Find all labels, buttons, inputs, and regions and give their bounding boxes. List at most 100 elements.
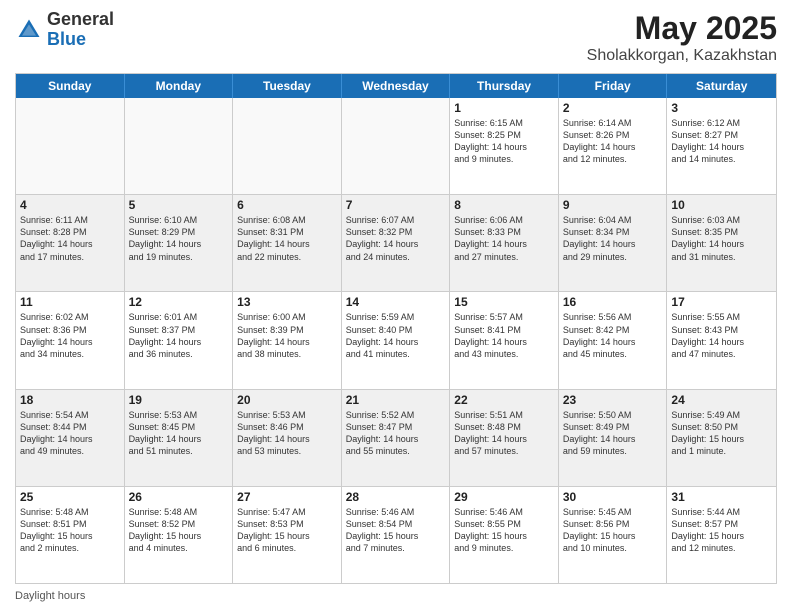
logo-text: General Blue xyxy=(47,10,114,50)
logo-icon xyxy=(15,16,43,44)
day-number: 27 xyxy=(237,490,337,504)
day-number: 22 xyxy=(454,393,554,407)
day-number: 8 xyxy=(454,198,554,212)
cal-cell: 2 Sunrise: 6:14 AM Sunset: 8:26 PM Daylig… xyxy=(559,98,668,194)
cell-info: Sunrise: 6:01 AM Sunset: 8:37 PM Dayligh… xyxy=(129,311,229,360)
cal-cell: 27Sunrise: 5:47 AM Sunset: 8:53 PM Dayli… xyxy=(233,487,342,583)
cell-info: Sunrise: 5:51 AM Sunset: 8:48 PM Dayligh… xyxy=(454,409,554,458)
cal-header-sunday: Sunday xyxy=(16,74,125,98)
day-number: 7 xyxy=(346,198,446,212)
cal-cell: 15Sunrise: 5:57 AM Sunset: 8:41 PM Dayli… xyxy=(450,292,559,388)
cell-info: Sunrise: 6:07 AM Sunset: 8:32 PM Dayligh… xyxy=(346,214,446,263)
cal-week-5: 25 Sunrise: 5:48 AM Sunset: 8:51 PM Dayli… xyxy=(16,487,776,583)
cal-cell: 6Sunrise: 6:08 AM Sunset: 8:31 PM Daylig… xyxy=(233,195,342,291)
cal-cell: 16 Sunrise: 5:56 AM Sunset: 8:42 PM Dayli… xyxy=(559,292,668,388)
day-number: 28 xyxy=(346,490,446,504)
month-year: May 2025 xyxy=(587,10,777,47)
cal-cell: 13 Sunrise: 6:00 AM Sunset: 8:39 PM Dayli… xyxy=(233,292,342,388)
cell-info: Sunrise: 5:59 AM Sunset: 8:40 PM Dayligh… xyxy=(346,311,446,360)
day-number: 16 xyxy=(563,295,663,309)
cal-header-wednesday: Wednesday xyxy=(342,74,451,98)
day-number: 26 xyxy=(129,490,229,504)
day-number: 12 xyxy=(129,295,229,309)
cal-cell xyxy=(342,98,451,194)
cell-info: Sunrise: 6:00 AM Sunset: 8:39 PM Dayligh… xyxy=(237,311,337,360)
day-number: 29 xyxy=(454,490,554,504)
cell-info: Sunrise: 5:50 AM Sunset: 8:49 PM Dayligh… xyxy=(563,409,663,458)
cal-cell: 18 Sunrise: 5:54 AM Sunset: 8:44 PM Dayli… xyxy=(16,390,125,486)
cal-cell: 8 Sunrise: 6:06 AM Sunset: 8:33 PM Daylig… xyxy=(450,195,559,291)
cell-info: Sunrise: 6:03 AM Sunset: 8:35 PM Dayligh… xyxy=(671,214,772,263)
cell-info: Sunrise: 6:06 AM Sunset: 8:33 PM Dayligh… xyxy=(454,214,554,263)
cell-info: Sunrise: 5:54 AM Sunset: 8:44 PM Dayligh… xyxy=(20,409,120,458)
day-number: 23 xyxy=(563,393,663,407)
day-number: 6 xyxy=(237,198,337,212)
cell-info: Sunrise: 6:14 AM Sunset: 8:26 PM Dayligh… xyxy=(563,117,663,166)
cal-week-2: 4 Sunrise: 6:11 AM Sunset: 8:28 PM Daylig… xyxy=(16,195,776,292)
day-number: 21 xyxy=(346,393,446,407)
logo-blue: Blue xyxy=(47,30,114,50)
cal-cell: 9 Sunrise: 6:04 AM Sunset: 8:34 PM Daylig… xyxy=(559,195,668,291)
day-number: 20 xyxy=(237,393,337,407)
cal-cell: 26 Sunrise: 5:48 AM Sunset: 8:52 PM Dayli… xyxy=(125,487,234,583)
cell-info: Sunrise: 5:46 AM Sunset: 8:54 PM Dayligh… xyxy=(346,506,446,555)
cal-cell: 12 Sunrise: 6:01 AM Sunset: 8:37 PM Dayli… xyxy=(125,292,234,388)
daylight-label: Daylight hours xyxy=(15,590,85,602)
cal-cell: 7 Sunrise: 6:07 AM Sunset: 8:32 PM Daylig… xyxy=(342,195,451,291)
cell-info: Sunrise: 5:55 AM Sunset: 8:43 PM Dayligh… xyxy=(671,311,772,360)
cell-info: Sunrise: 5:49 AM Sunset: 8:50 PM Dayligh… xyxy=(671,409,772,458)
cell-info: Sunrise: 6:11 AM Sunset: 8:28 PM Dayligh… xyxy=(20,214,120,263)
cell-info: Sunrise: 6:02 AM Sunset: 8:36 PM Dayligh… xyxy=(20,311,120,360)
cal-header-friday: Friday xyxy=(559,74,668,98)
cal-cell xyxy=(16,98,125,194)
cell-info: Sunrise: 5:46 AM Sunset: 8:55 PM Dayligh… xyxy=(454,506,554,555)
day-number: 31 xyxy=(671,490,772,504)
cal-cell xyxy=(233,98,342,194)
day-number: 4 xyxy=(20,198,120,212)
cal-cell: 22 Sunrise: 5:51 AM Sunset: 8:48 PM Dayli… xyxy=(450,390,559,486)
logo: General Blue xyxy=(15,10,114,50)
cal-cell: 19Sunrise: 5:53 AM Sunset: 8:45 PM Dayli… xyxy=(125,390,234,486)
cal-cell: 11 Sunrise: 6:02 AM Sunset: 8:36 PM Dayli… xyxy=(16,292,125,388)
footer: Daylight hours xyxy=(15,590,777,602)
day-number: 30 xyxy=(563,490,663,504)
cell-info: Sunrise: 5:48 AM Sunset: 8:51 PM Dayligh… xyxy=(20,506,120,555)
cal-cell: 4 Sunrise: 6:11 AM Sunset: 8:28 PM Daylig… xyxy=(16,195,125,291)
cell-info: Sunrise: 5:53 AM Sunset: 8:46 PM Dayligh… xyxy=(237,409,337,458)
day-number: 19 xyxy=(129,393,229,407)
cell-info: Sunrise: 5:57 AM Sunset: 8:41 PM Dayligh… xyxy=(454,311,554,360)
day-number: 5 xyxy=(129,198,229,212)
day-number: 24 xyxy=(671,393,772,407)
cal-week-4: 18 Sunrise: 5:54 AM Sunset: 8:44 PM Dayli… xyxy=(16,390,776,487)
cal-header-thursday: Thursday xyxy=(450,74,559,98)
cal-header-monday: Monday xyxy=(125,74,234,98)
day-number: 18 xyxy=(20,393,120,407)
cell-info: Sunrise: 5:48 AM Sunset: 8:52 PM Dayligh… xyxy=(129,506,229,555)
cal-cell: 14Sunrise: 5:59 AM Sunset: 8:40 PM Dayli… xyxy=(342,292,451,388)
cell-info: Sunrise: 5:56 AM Sunset: 8:42 PM Dayligh… xyxy=(563,311,663,360)
cal-week-3: 11 Sunrise: 6:02 AM Sunset: 8:36 PM Dayli… xyxy=(16,292,776,389)
cal-cell: 31 Sunrise: 5:44 AM Sunset: 8:57 PM Dayli… xyxy=(667,487,776,583)
day-number: 2 xyxy=(563,101,663,115)
cal-cell: 25 Sunrise: 5:48 AM Sunset: 8:51 PM Dayli… xyxy=(16,487,125,583)
cell-info: Sunrise: 6:04 AM Sunset: 8:34 PM Dayligh… xyxy=(563,214,663,263)
calendar-body: 1Sunrise: 6:15 AM Sunset: 8:25 PM Daylig… xyxy=(16,98,776,583)
cal-cell: 20 Sunrise: 5:53 AM Sunset: 8:46 PM Dayli… xyxy=(233,390,342,486)
cell-info: Sunrise: 5:45 AM Sunset: 8:56 PM Dayligh… xyxy=(563,506,663,555)
day-number: 25 xyxy=(20,490,120,504)
location: Sholakkorgan, Kazakhstan xyxy=(587,47,777,65)
day-number: 1 xyxy=(454,101,554,115)
calendar-header-row: SundayMondayTuesdayWednesdayThursdayFrid… xyxy=(16,74,776,98)
cell-info: Sunrise: 6:12 AM Sunset: 8:27 PM Dayligh… xyxy=(671,117,772,166)
cell-info: Sunrise: 5:44 AM Sunset: 8:57 PM Dayligh… xyxy=(671,506,772,555)
calendar: SundayMondayTuesdayWednesdayThursdayFrid… xyxy=(15,73,777,584)
cal-cell: 5Sunrise: 6:10 AM Sunset: 8:29 PM Daylig… xyxy=(125,195,234,291)
day-number: 13 xyxy=(237,295,337,309)
cal-cell: 30 Sunrise: 5:45 AM Sunset: 8:56 PM Dayli… xyxy=(559,487,668,583)
header: General Blue May 2025 Sholakkorgan, Kaza… xyxy=(15,10,777,65)
logo-general: General xyxy=(47,10,114,30)
day-number: 9 xyxy=(563,198,663,212)
day-number: 3 xyxy=(671,101,772,115)
day-number: 10 xyxy=(671,198,772,212)
day-number: 11 xyxy=(20,295,120,309)
